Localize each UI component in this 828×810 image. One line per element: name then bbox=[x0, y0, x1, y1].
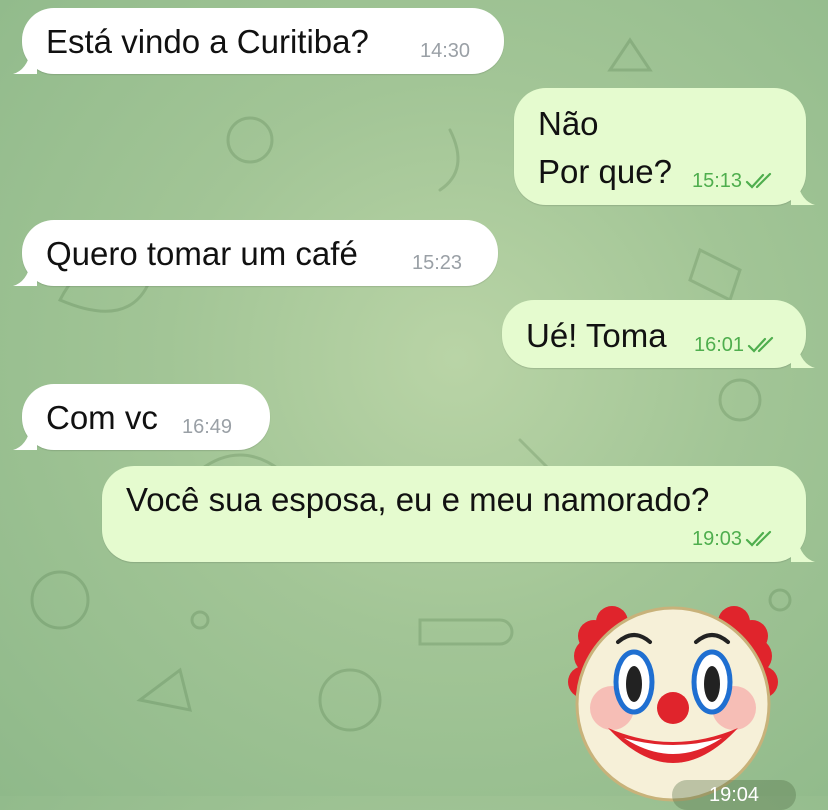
message-text: Quero tomar um café bbox=[46, 235, 358, 272]
bubble-tail bbox=[791, 181, 815, 205]
outgoing-message[interactable]: Você sua esposa, eu e meu namorado? 19:0… bbox=[102, 466, 815, 562]
message-text: Ué! Toma bbox=[526, 317, 667, 354]
double-check-icon bbox=[747, 336, 774, 353]
message-text: Está vindo a Curitiba? bbox=[46, 23, 369, 60]
double-check-icon bbox=[745, 172, 772, 189]
message-time: 15:23 bbox=[412, 252, 463, 274]
message-text: Você sua esposa, eu e meu namorado? bbox=[126, 481, 710, 518]
incoming-message[interactable]: Está vindo a Curitiba? 14:30 bbox=[13, 8, 504, 74]
incoming-message[interactable]: Quero tomar um café 15:23 bbox=[13, 220, 498, 286]
outgoing-message[interactable]: Ué! Toma 16:01 bbox=[502, 300, 815, 368]
message-text: Não bbox=[538, 105, 599, 142]
bubble-tail bbox=[791, 344, 815, 368]
bubble-tail bbox=[791, 538, 815, 562]
message-time: 14:30 bbox=[420, 40, 471, 62]
message-text: Por que? bbox=[538, 153, 672, 190]
bubble-tail bbox=[13, 50, 37, 74]
message-time: 15:13 bbox=[692, 170, 775, 192]
bubble-tail bbox=[13, 262, 37, 286]
double-check-icon bbox=[745, 530, 772, 547]
outgoing-message[interactable]: Não Por que? 15:13 bbox=[514, 88, 815, 205]
sticker-time-badge: 19:04 bbox=[672, 780, 796, 810]
message-text: Com vc bbox=[46, 399, 158, 436]
message-time: 16:01 bbox=[694, 334, 777, 356]
clown-face-emoji-icon[interactable] bbox=[566, 596, 780, 806]
bubble-tail bbox=[13, 426, 37, 450]
message-time: 16:49 bbox=[182, 416, 233, 438]
message-time: 19:03 bbox=[692, 528, 775, 550]
incoming-message[interactable]: Com vc 16:49 bbox=[13, 384, 270, 450]
